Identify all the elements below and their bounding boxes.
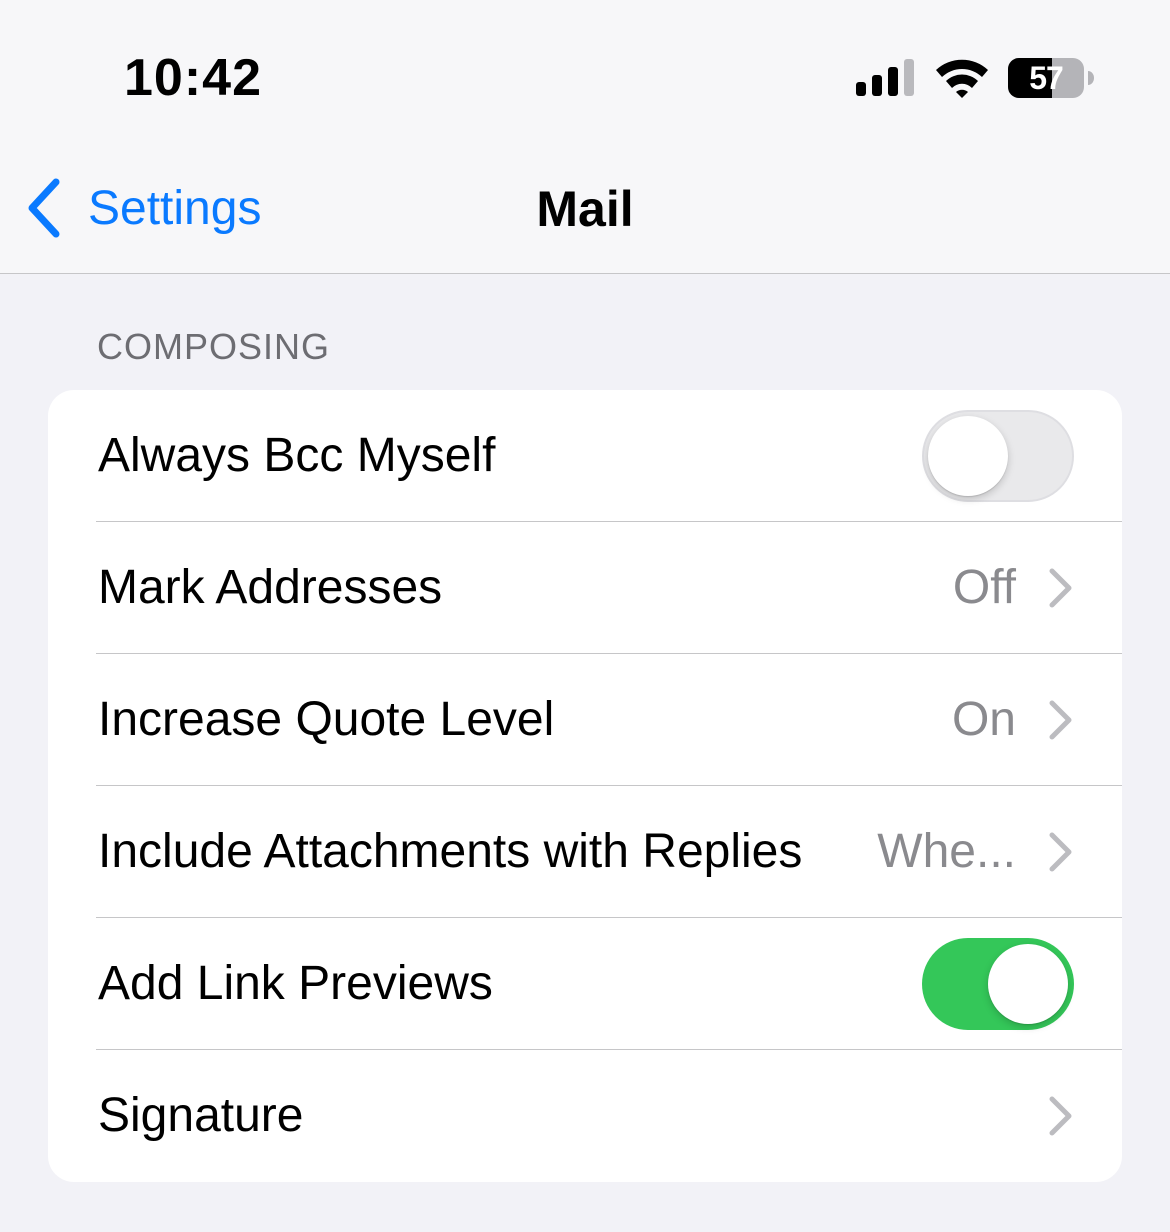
- row-label: Add Link Previews: [98, 957, 493, 1010]
- row-value: Whe...: [877, 825, 1016, 878]
- settings-group-composing: Always Bcc Myself Mark Addresses Off Inc…: [48, 390, 1122, 1182]
- row-value: On: [951, 693, 1016, 746]
- row-always-bcc-myself: Always Bcc Myself: [48, 390, 1122, 522]
- chevron-right-icon: [1049, 1096, 1072, 1136]
- row-label: Signature: [98, 1089, 304, 1142]
- section-header-composing: COMPOSING: [97, 326, 331, 367]
- status-bar: 10:42 57: [0, 0, 1170, 140]
- navigation-bar: Settings Mail: [0, 140, 1170, 274]
- row-value: Off: [952, 561, 1016, 614]
- row-mark-addresses[interactable]: Mark Addresses Off: [48, 522, 1122, 654]
- row-add-link-previews: Add Link Previews: [48, 918, 1122, 1050]
- row-label: Always Bcc Myself: [98, 429, 496, 482]
- chevron-right-icon: [1049, 700, 1072, 740]
- cellular-signal-icon: [856, 59, 914, 96]
- row-label: Mark Addresses: [98, 561, 443, 614]
- toggle-knob: [988, 944, 1068, 1024]
- toggle-knob: [928, 416, 1008, 496]
- page-title: Mail: [536, 181, 634, 237]
- row-signature[interactable]: Signature: [48, 1050, 1122, 1182]
- row-label: Include Attachments with Replies: [98, 825, 803, 878]
- chevron-right-icon: [1049, 832, 1072, 872]
- status-time: 10:42: [124, 49, 262, 107]
- row-increase-quote-level[interactable]: Increase Quote Level On: [48, 654, 1122, 786]
- row-label: Increase Quote Level: [98, 693, 555, 746]
- add-link-previews-toggle[interactable]: [922, 938, 1074, 1030]
- battery-level: 57: [1029, 60, 1064, 96]
- chevron-right-icon: [1049, 568, 1072, 608]
- wifi-icon: [936, 59, 988, 98]
- row-include-attachments-with-replies[interactable]: Include Attachments with Replies Whe...: [48, 786, 1122, 918]
- always-bcc-myself-toggle[interactable]: [922, 410, 1074, 502]
